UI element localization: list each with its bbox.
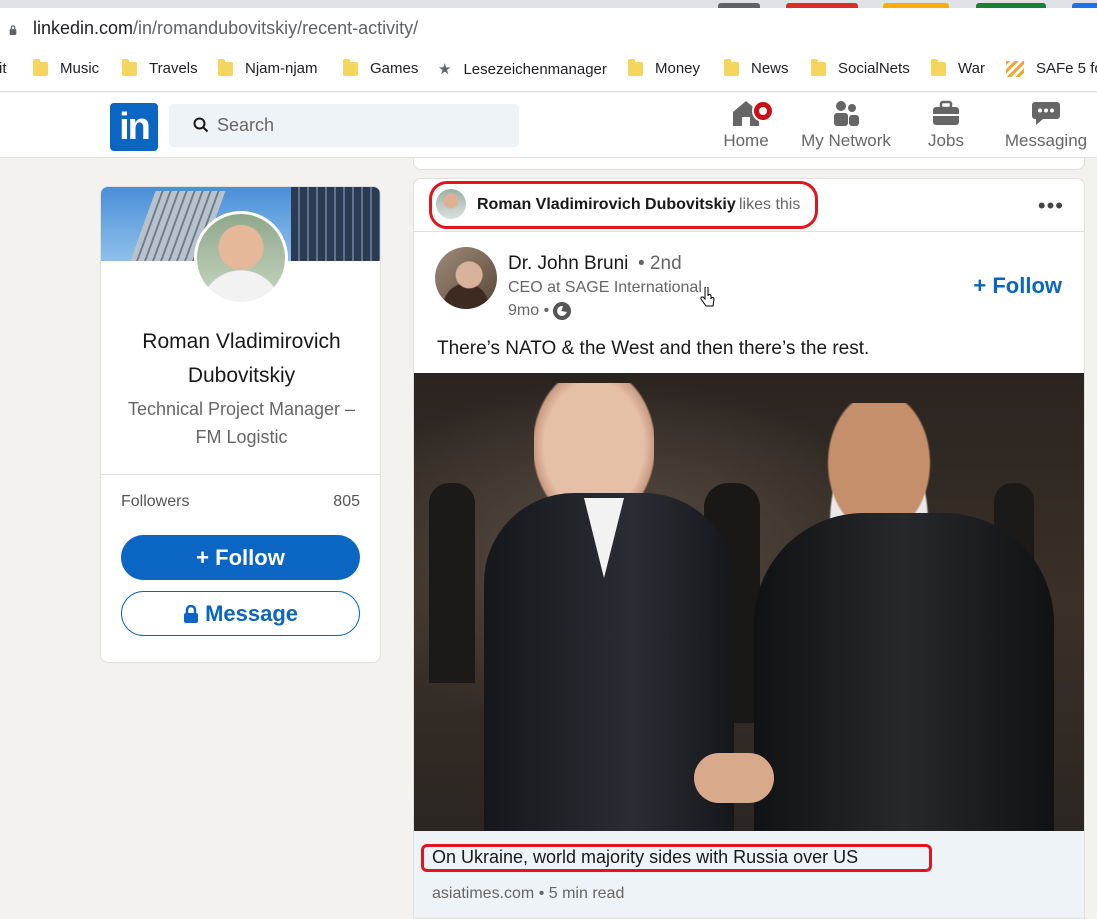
linkedin-logo[interactable]: in (110, 103, 158, 151)
folder-icon (343, 58, 358, 76)
profile-card: Roman Vladimirovich Dubovitskiy Technica… (100, 186, 381, 663)
bookmark-item[interactable]: SocialNets (811, 58, 910, 77)
plus-icon: + (196, 545, 210, 570)
nav-label: Messaging (1004, 131, 1088, 150)
nav-jobs[interactable]: Jobs (926, 99, 966, 151)
bookmark-label: Games (370, 60, 419, 77)
image-figure (429, 483, 475, 683)
bookmark-label: War (958, 60, 985, 77)
link-source: asiatimes.com • 5 min read (432, 885, 625, 902)
bookmarks-bar: it Music Travels Njam-njam Games ★ Leseze… (0, 50, 1097, 92)
lock-icon (9, 25, 17, 35)
message-button[interactable]: Message (121, 591, 360, 636)
url-text[interactable]: linkedin.com/in/romandubovitskiy/recent-… (33, 18, 418, 39)
nav-home[interactable]: Home (720, 99, 774, 151)
bookmark-item[interactable]: ★ Lesezeichenmanager (438, 60, 607, 79)
folder-icon (724, 58, 739, 76)
bookmark-item[interactable]: Music (33, 58, 100, 77)
lock-icon (183, 604, 198, 623)
search-input[interactable] (217, 104, 507, 147)
globe-icon (553, 302, 572, 320)
folder-icon (931, 58, 946, 76)
briefcase-icon (933, 100, 959, 125)
browser-tabstrip (0, 0, 1097, 8)
image-figure (694, 753, 774, 803)
linkedin-header: in Home My Network Jobs Messaging (0, 93, 1097, 158)
more-options-icon[interactable]: ••• (1038, 193, 1064, 219)
post-text: There’s NATO & the West and then there’s… (437, 338, 870, 359)
nav-messaging[interactable]: Messaging (1004, 99, 1088, 151)
nav-my-network[interactable]: My Network (798, 99, 894, 151)
bookmark-label: Money (655, 60, 701, 77)
post-timestamp: 9mo • (508, 302, 572, 320)
folder-icon (218, 58, 233, 76)
activity-verb: likes this (739, 196, 801, 213)
stripes-icon (1006, 60, 1024, 77)
url-path: /in/romandubovitskiy/recent-activity/ (133, 18, 419, 38)
followers-label: Followers (121, 493, 190, 510)
network-icon (834, 101, 859, 126)
bookmark-item[interactable]: War (931, 58, 985, 77)
link-preview[interactable]: On Ukraine, world majority sides with Ru… (414, 831, 1084, 918)
actor-name[interactable]: Roman Vladimirovich Dubovitskiy (477, 196, 736, 214)
feed-post: Roman Vladimirovich Dubovitskiy likes th… (413, 178, 1085, 919)
notification-badge (752, 100, 774, 122)
star-icon: ★ (438, 61, 452, 78)
bookmark-item[interactable]: Travels (122, 58, 198, 77)
connection-degree: • 2nd (638, 253, 682, 274)
bookmark-label: Njam-njam (245, 60, 318, 77)
profile-headline: Technical Project Manager – FM Logistic (127, 399, 356, 447)
search-box[interactable] (169, 104, 519, 147)
bookmark-label: Travels (149, 60, 198, 77)
folder-icon (811, 58, 826, 76)
follow-author-label: Follow (992, 273, 1062, 298)
post-age: 9mo • (508, 302, 550, 319)
cover-building (291, 187, 380, 261)
profile-avatar[interactable] (194, 211, 288, 305)
image-figure (754, 513, 1054, 831)
bookmark-label: SocialNets (838, 60, 910, 77)
post-image[interactable] (414, 373, 1084, 831)
bookmark-label: Lesezeichenmanager (463, 60, 607, 78)
folder-icon (122, 58, 137, 76)
link-title[interactable]: On Ukraine, world majority sides with Ru… (432, 847, 858, 868)
author-headline: CEO at SAGE International (508, 279, 702, 296)
divider (101, 474, 380, 475)
previous-post-edge (413, 158, 1085, 170)
activity-header: Roman Vladimirovich Dubovitskiy likes th… (414, 179, 1084, 232)
profile-name[interactable]: Roman Vladimirovich Dubovitskiy (101, 325, 380, 393)
bookmark-item[interactable]: SAFe 5 fo (1006, 60, 1097, 77)
bookmark-label: it (0, 60, 7, 77)
bookmark-label: Music (60, 60, 100, 77)
bookmark-item[interactable]: Njam-njam (218, 58, 318, 77)
plus-icon: + (973, 273, 987, 298)
followers-count: 805 (333, 493, 360, 510)
author-avatar[interactable] (435, 247, 497, 309)
author-name[interactable]: Dr. John Bruni (508, 253, 628, 275)
bookmark-item[interactable]: Games (343, 58, 419, 77)
url-host: linkedin.com (33, 18, 134, 38)
bookmark-label: News (751, 60, 789, 77)
actor-avatar[interactable] (436, 189, 466, 219)
address-bar[interactable]: linkedin.com/in/romandubovitskiy/recent-… (0, 8, 1097, 50)
follow-author-button[interactable]: + Follow (973, 273, 1062, 299)
bookmark-item[interactable]: News (724, 58, 789, 77)
folder-icon (628, 58, 643, 76)
bookmark-item[interactable]: it (0, 60, 7, 77)
folder-icon (33, 58, 48, 76)
search-icon (193, 117, 209, 133)
nav-label: My Network (801, 131, 891, 150)
bookmark-item[interactable]: Money (628, 58, 701, 77)
follow-button-label: Follow (215, 545, 285, 570)
bookmark-label: SAFe 5 fo (1036, 60, 1097, 77)
nav-label: Home (723, 131, 769, 150)
message-button-label: Message (205, 601, 299, 626)
messaging-icon (1032, 102, 1060, 125)
mouse-cursor-icon (700, 287, 715, 307)
follow-button[interactable]: + Follow (121, 535, 360, 580)
nav-label: Jobs (928, 131, 964, 150)
